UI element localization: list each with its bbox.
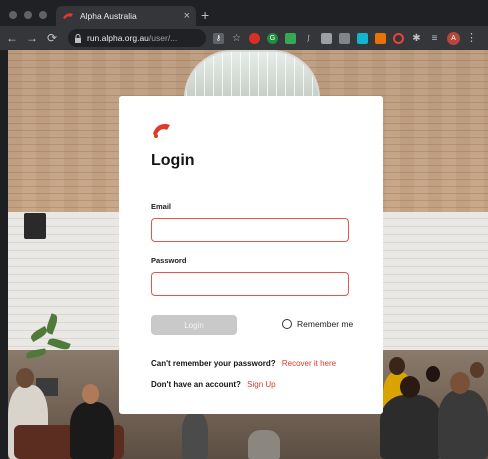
login-card: Login Email Password Login Remember me C… (119, 96, 383, 414)
recover-password-line: Can't remember your password? Recover it… (151, 359, 336, 368)
browser-tab-bar: Alpha Australia × + (0, 0, 488, 26)
person-head (470, 362, 484, 378)
person-head (400, 376, 420, 398)
extension-red-icon[interactable] (249, 32, 260, 44)
person-head (16, 368, 34, 388)
window-maximize-dot[interactable] (39, 11, 47, 19)
browser-tab[interactable]: Alpha Australia × (56, 6, 196, 26)
key-icon[interactable]: ⚷ (213, 32, 224, 44)
wall-speaker (24, 213, 46, 239)
back-button[interactable]: ← (4, 32, 20, 44)
extension-grey-icon[interactable] (321, 32, 332, 44)
remember-me-label: Remember me (297, 319, 354, 329)
extension-orange-icon[interactable] (375, 32, 386, 44)
signup-line: Don't have an account? Sign Up (151, 380, 276, 389)
browser-toolbar: ← → ⟳ run.alpha.org.au /user/... ⚷ ☆ G ∫… (0, 26, 488, 50)
tab-close-icon[interactable]: × (184, 10, 190, 22)
reload-button[interactable]: ⟳ (44, 32, 60, 44)
person (438, 390, 488, 459)
extension-script-icon[interactable]: ∫ (303, 33, 314, 44)
extensions-puzzle-icon[interactable]: ✱ (411, 33, 422, 44)
person-head (82, 384, 99, 404)
window-minimize-dot[interactable] (24, 11, 32, 19)
window-close-dot[interactable] (9, 11, 17, 19)
person-head (426, 366, 440, 382)
person-head (389, 357, 405, 375)
extension-box-icon[interactable] (339, 32, 350, 44)
remember-me-radio[interactable] (282, 319, 292, 329)
tab-title: Alpha Australia (80, 11, 137, 21)
page-title: Login (151, 152, 195, 169)
person (70, 402, 114, 459)
grammarly-icon[interactable]: G (267, 32, 278, 44)
forgot-password-text: Can't remember your password? (151, 359, 276, 368)
no-account-text: Don't have an account? (151, 380, 241, 389)
email-label: Email (151, 202, 172, 211)
person (248, 430, 280, 459)
remember-me-option[interactable]: Remember me (282, 319, 353, 329)
alpha-logo-icon (153, 124, 170, 138)
password-label: Password (151, 256, 187, 265)
password-field[interactable] (151, 272, 349, 296)
person (182, 412, 208, 459)
login-button[interactable]: Login (151, 315, 237, 335)
url-host: run.alpha.org.au (87, 33, 149, 43)
person (380, 395, 442, 459)
email-field[interactable] (151, 218, 349, 242)
new-tab-button[interactable]: + (201, 8, 209, 22)
recover-password-link[interactable]: Recover it here (282, 359, 336, 368)
alpha-favicon-icon (63, 13, 73, 19)
url-path: /user/... (148, 33, 178, 43)
address-bar[interactable]: run.alpha.org.au /user/... (68, 29, 206, 47)
reading-list-icon[interactable]: ≡ (429, 33, 440, 44)
bookmark-star-icon[interactable]: ☆ (231, 33, 242, 44)
extension-teal-icon[interactable] (357, 32, 368, 44)
forward-button[interactable]: → (24, 32, 40, 44)
signup-link[interactable]: Sign Up (247, 380, 275, 389)
profile-avatar[interactable]: A (447, 31, 460, 45)
lock-icon (75, 33, 81, 43)
person-head (450, 372, 470, 394)
extension-green-icon[interactable] (285, 32, 296, 44)
browser-menu-icon[interactable]: ⋮ (466, 32, 477, 44)
extension-target-icon[interactable] (393, 32, 404, 44)
